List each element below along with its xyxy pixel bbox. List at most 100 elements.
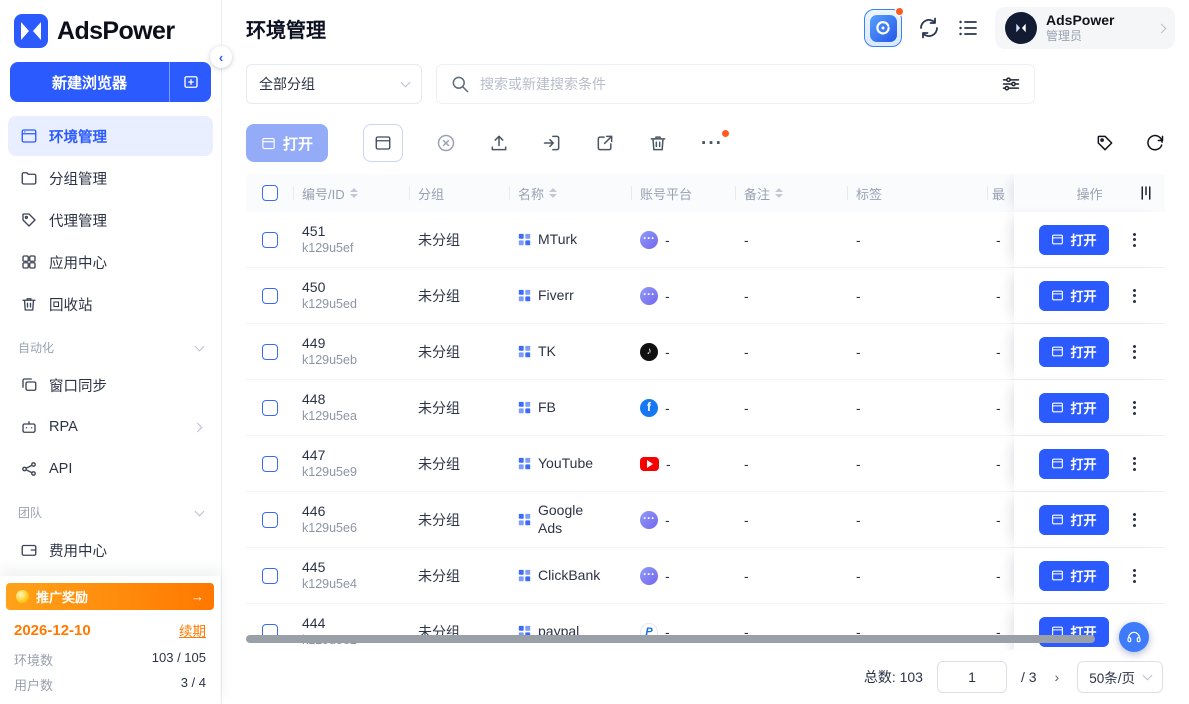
table-header: 编号/ID 分组 名称 账号平台 备注 标签 最 操作 xyxy=(246,174,1165,212)
delete-button[interactable] xyxy=(648,133,668,153)
col-action: 操作 xyxy=(1076,184,1102,203)
sidebar-item-billing-center[interactable]: 费用中心 xyxy=(8,530,213,570)
env-group: 未分组 xyxy=(410,604,510,650)
env-tag: - xyxy=(848,324,988,379)
row-menu-button[interactable] xyxy=(1129,229,1140,251)
open-env-button[interactable]: 打开 xyxy=(1039,281,1108,311)
sidebar-item-rpa[interactable]: RPA xyxy=(8,407,213,447)
stat-value: 103 / 105 xyxy=(152,650,206,669)
horizontal-scrollbar[interactable] xyxy=(246,635,1095,643)
platform-account: - xyxy=(665,288,670,304)
promo-banner[interactable]: 推广奖励 → xyxy=(6,583,214,610)
sidebar-item-groups[interactable]: 分组管理 xyxy=(8,158,213,198)
row-menu-button[interactable] xyxy=(1129,565,1140,587)
sidebar-item-recycle-bin[interactable]: 回收站 xyxy=(8,284,213,324)
bulk-open-button[interactable]: 打开 xyxy=(246,124,328,162)
sidebar-item-label: 分组管理 xyxy=(49,168,107,189)
next-page-button[interactable]: › xyxy=(1051,667,1064,687)
platform-icon xyxy=(640,567,658,585)
row-menu-button[interactable] xyxy=(1129,509,1140,531)
page-size-select[interactable]: 50条/页 xyxy=(1077,661,1163,693)
row-menu-button[interactable] xyxy=(1129,341,1140,363)
env-group: 未分组 xyxy=(410,548,510,603)
row-menu-button[interactable] xyxy=(1129,397,1140,419)
search-input[interactable] xyxy=(480,76,991,92)
avatar xyxy=(1005,12,1037,44)
sidebar-item-apps[interactable]: 应用中心 xyxy=(8,242,213,282)
open-env-label: 打开 xyxy=(1070,398,1096,417)
sync-status-button[interactable] xyxy=(917,16,941,40)
open-env-button[interactable]: 打开 xyxy=(1039,393,1108,423)
task-list-button[interactable] xyxy=(956,16,980,40)
sidebar-item-proxies[interactable]: 代理管理 xyxy=(8,200,213,240)
stat-label: 用户数 xyxy=(14,675,53,694)
row-menu-button[interactable] xyxy=(1129,453,1140,475)
open-env-button[interactable]: 打开 xyxy=(1039,337,1108,367)
env-id-code: k129u5e9 xyxy=(302,465,357,479)
section-team[interactable]: 团队 xyxy=(0,491,221,526)
brand: AdsPower xyxy=(0,0,221,56)
env-group: 未分组 xyxy=(410,380,510,435)
sort-icon[interactable] xyxy=(549,188,557,198)
row-checkbox[interactable] xyxy=(262,400,278,416)
row-checkbox[interactable] xyxy=(262,288,278,304)
env-number: 445 xyxy=(302,559,325,575)
user-menu[interactable]: AdsPower 管理员 xyxy=(995,7,1175,49)
row-checkbox[interactable] xyxy=(262,512,278,528)
row-checkbox[interactable] xyxy=(262,456,278,472)
browser-kernel-button[interactable] xyxy=(864,9,902,47)
env-last-open: - xyxy=(988,548,1014,603)
renew-link[interactable]: 续期 xyxy=(179,620,206,640)
open-env-button[interactable]: 打开 xyxy=(1039,225,1108,255)
group-select[interactable]: 全部分组 xyxy=(246,64,422,104)
window-plus-icon xyxy=(182,73,200,91)
table-row: 446 k129u5e6 未分组 Google Ads - - - - 打开 xyxy=(246,492,1165,548)
sort-icon[interactable] xyxy=(350,188,358,198)
new-browser-batch-button[interactable] xyxy=(169,62,211,102)
tags-manage-button[interactable] xyxy=(1095,133,1115,153)
row-checkbox[interactable] xyxy=(262,568,278,584)
open-env-button[interactable]: 打开 xyxy=(1039,449,1108,479)
env-note: - xyxy=(736,604,848,650)
wallet-icon xyxy=(20,541,38,559)
row-checkbox[interactable] xyxy=(262,344,278,360)
more-actions-button[interactable]: ··· xyxy=(701,134,723,153)
env-tag: - xyxy=(848,548,988,603)
refresh-icon xyxy=(1145,133,1165,153)
row-menu-button[interactable] xyxy=(1129,285,1140,307)
sort-icon[interactable] xyxy=(775,188,783,198)
sidebar-item-api[interactable]: API xyxy=(8,449,213,489)
page-input[interactable] xyxy=(937,661,1007,693)
open-env-button[interactable]: 打开 xyxy=(1039,505,1108,535)
open-settings-button[interactable] xyxy=(363,124,403,162)
export-upload-button[interactable] xyxy=(489,133,509,153)
table-row: 450 k129u5ed 未分组 Fiverr - - - - 打开 xyxy=(246,268,1165,324)
env-note: - xyxy=(736,212,848,267)
env-last-open: - xyxy=(988,492,1014,547)
chevron-down-icon xyxy=(401,78,411,88)
new-browser-button[interactable]: 新建浏览器 xyxy=(10,62,169,102)
sidebar-item-environments[interactable]: 环境管理 xyxy=(8,116,213,156)
x-circle-icon xyxy=(436,133,456,153)
column-settings-icon[interactable] xyxy=(1137,184,1155,202)
chevron-right-icon xyxy=(1157,23,1167,33)
chevron-down-icon xyxy=(195,506,205,516)
refresh-button[interactable] xyxy=(1145,133,1165,153)
total-count: 总数: 103 xyxy=(864,667,923,687)
env-note: - xyxy=(736,492,848,547)
filter-sliders-icon[interactable] xyxy=(1001,74,1021,94)
env-name: MTurk xyxy=(538,231,577,249)
support-button[interactable] xyxy=(1119,622,1149,652)
share-export-button[interactable] xyxy=(595,133,615,153)
row-checkbox[interactable] xyxy=(262,232,278,248)
sidebar-collapse-button[interactable]: ‹ xyxy=(210,46,232,68)
sidebar-item-window-sync[interactable]: 窗口同步 xyxy=(8,365,213,405)
close-all-button[interactable] xyxy=(436,133,456,153)
select-all-checkbox[interactable] xyxy=(262,185,278,201)
stat-value: 3 / 4 xyxy=(181,675,206,694)
section-automation[interactable]: 自动化 xyxy=(0,326,221,361)
env-group: 未分组 xyxy=(410,492,510,547)
import-button[interactable] xyxy=(542,133,562,153)
env-tag: - xyxy=(848,268,988,323)
open-env-button[interactable]: 打开 xyxy=(1039,561,1108,591)
